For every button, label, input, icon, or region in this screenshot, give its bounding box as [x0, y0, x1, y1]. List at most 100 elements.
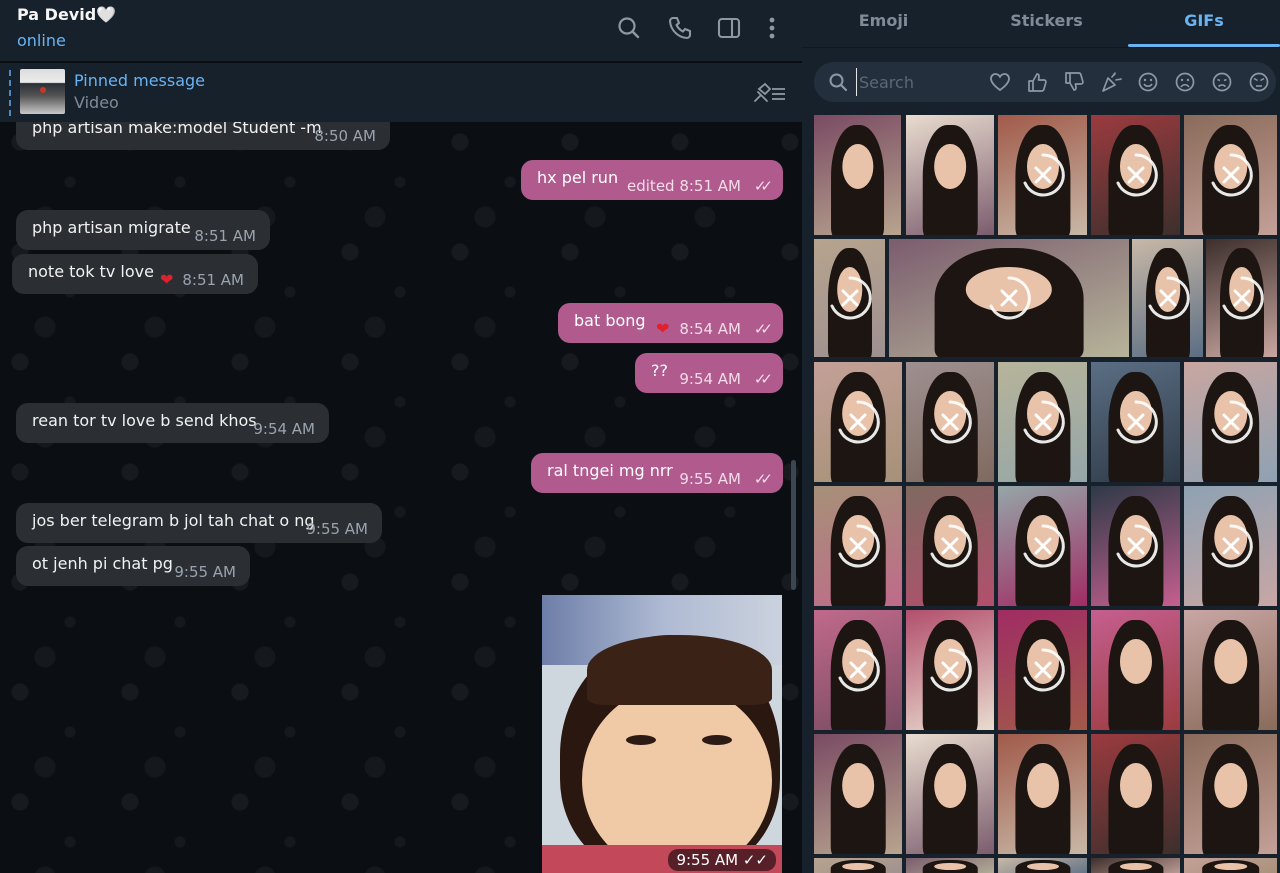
- cancel-download-icon[interactable]: [834, 522, 882, 570]
- outgoing-message[interactable]: hx pel run edited 8:51 AM ✓✓: [521, 160, 783, 200]
- cancel-download-icon[interactable]: [1112, 398, 1160, 446]
- cancel-download-icon[interactable]: [1207, 522, 1255, 570]
- cancel-download-icon[interactable]: [1019, 398, 1067, 446]
- gif-search-box: [814, 62, 1276, 102]
- thumbs-down-icon[interactable]: [1063, 71, 1085, 93]
- gif-thumbnail[interactable]: [814, 362, 902, 482]
- gif-thumbnail[interactable]: [1184, 486, 1277, 606]
- sidebar-toggle-icon[interactable]: [715, 14, 743, 42]
- gif-thumbnail[interactable]: [814, 734, 902, 854]
- cancel-download-icon[interactable]: [1144, 274, 1192, 322]
- read-checkmarks-icon: ✓✓: [753, 370, 773, 388]
- chat-pane: php artisan make:model Student -m 8:50 AM…: [0, 0, 802, 873]
- gif-thumbnail[interactable]: [1132, 239, 1203, 357]
- pinned-indicator: [9, 70, 11, 116]
- cancel-download-icon[interactable]: [985, 274, 1033, 322]
- gif-thumbnail[interactable]: [1091, 115, 1180, 235]
- gif-thumbnail[interactable]: [1091, 486, 1180, 606]
- message-text: ot jenh pi chat pg: [32, 554, 173, 573]
- outgoing-message[interactable]: ?? 9:54 AM ✓✓: [635, 353, 783, 393]
- gif-thumbnail[interactable]: [889, 239, 1129, 357]
- gif-thumbnail[interactable]: [998, 734, 1087, 854]
- contact-name[interactable]: Pa Devid🤍: [17, 5, 116, 24]
- search-icon[interactable]: [615, 14, 643, 42]
- gif-thumbnail[interactable]: [814, 486, 902, 606]
- cancel-download-icon[interactable]: [834, 646, 882, 694]
- gif-thumbnail[interactable]: [906, 115, 994, 235]
- angry-icon[interactable]: [1248, 71, 1270, 93]
- smile-icon[interactable]: [1137, 71, 1159, 93]
- photo-message[interactable]: 9:55 AM ✓✓: [542, 595, 782, 873]
- heart-reaction-icon[interactable]: ❤: [656, 309, 669, 349]
- photo-time: 9:55 AM ✓✓: [668, 849, 776, 871]
- gif-thumbnail[interactable]: [998, 486, 1087, 606]
- gif-thumbnail[interactable]: [1184, 115, 1277, 235]
- cancel-download-icon[interactable]: [926, 646, 974, 694]
- gif-thumbnail[interactable]: [814, 115, 901, 235]
- message-time: 9:55 AM: [306, 520, 368, 538]
- more-options-icon[interactable]: [758, 14, 786, 42]
- outgoing-message[interactable]: bat bong ❤ 8:54 AM ✓✓: [558, 303, 783, 343]
- message-text: note tok tv love: [28, 262, 154, 281]
- message-text: php artisan migrate: [32, 218, 191, 237]
- tab-stickers[interactable]: Stickers: [965, 0, 1128, 46]
- gif-thumbnail[interactable]: [814, 239, 885, 357]
- gif-thumbnail[interactable]: [814, 858, 902, 873]
- cancel-download-icon[interactable]: [1019, 151, 1067, 199]
- gif-thumbnail[interactable]: [906, 486, 994, 606]
- gif-thumbnail[interactable]: [998, 610, 1087, 730]
- pinned-list-icon[interactable]: [752, 81, 788, 105]
- gif-thumbnail[interactable]: [1206, 239, 1277, 357]
- incoming-message[interactable]: ot jenh pi chat pg 9:55 AM: [16, 546, 250, 586]
- phone-icon[interactable]: [666, 14, 694, 42]
- gif-thumbnail[interactable]: [1091, 858, 1180, 873]
- cancel-download-icon[interactable]: [926, 398, 974, 446]
- heart-icon[interactable]: [989, 71, 1011, 93]
- cancel-download-icon[interactable]: [826, 274, 874, 322]
- gif-thumbnail[interactable]: [1184, 858, 1277, 873]
- incoming-message[interactable]: note tok tv love ❤ 8:51 AM: [12, 254, 258, 294]
- gif-thumbnail[interactable]: [1091, 362, 1180, 482]
- gif-thumbnail[interactable]: [1184, 362, 1277, 482]
- gif-thumbnail[interactable]: [1091, 610, 1180, 730]
- gif-thumbnail[interactable]: [998, 115, 1087, 235]
- gif-thumbnail[interactable]: [1091, 734, 1180, 854]
- cancel-download-icon[interactable]: [1207, 151, 1255, 199]
- tab-emoji[interactable]: Emoji: [802, 0, 965, 46]
- cancel-download-icon[interactable]: [926, 522, 974, 570]
- incoming-message[interactable]: jos ber telegram b jol tah chat o ng 9:55…: [16, 503, 382, 543]
- gif-thumbnail[interactable]: [906, 858, 994, 873]
- cancel-download-icon[interactable]: [1218, 274, 1266, 322]
- cancel-download-icon[interactable]: [1019, 646, 1067, 694]
- incoming-message[interactable]: php artisan migrate 8:51 AM: [16, 210, 270, 250]
- emoji-sticker-gif-panel: Emoji Stickers GIFs: [802, 0, 1280, 873]
- cancel-download-icon[interactable]: [1112, 522, 1160, 570]
- cancel-download-icon[interactable]: [1207, 398, 1255, 446]
- pinned-message-bar[interactable]: Pinned message Video: [0, 62, 802, 122]
- cancel-download-icon[interactable]: [1112, 151, 1160, 199]
- cancel-download-icon[interactable]: [834, 398, 882, 446]
- gif-thumbnail[interactable]: [906, 362, 994, 482]
- gif-thumbnail[interactable]: [906, 610, 994, 730]
- chat-scrollbar[interactable]: [791, 460, 796, 590]
- gif-thumbnail[interactable]: [1184, 610, 1277, 730]
- heart-reaction-icon[interactable]: ❤: [160, 260, 173, 300]
- gif-thumbnail[interactable]: [998, 858, 1087, 873]
- gif-thumbnail[interactable]: [998, 362, 1087, 482]
- message-list[interactable]: php artisan make:model Student -m 8:50 AM…: [0, 110, 802, 873]
- read-checkmarks-icon: ✓✓: [753, 470, 773, 488]
- incoming-message[interactable]: rean tor tv love b send khos 9:54 AM: [16, 403, 329, 443]
- party-icon[interactable]: [1100, 71, 1122, 93]
- message-text: ??: [651, 361, 668, 380]
- gif-search-input[interactable]: [856, 68, 976, 96]
- thumbs-up-icon[interactable]: [1026, 71, 1048, 93]
- gif-thumbnail[interactable]: [906, 734, 994, 854]
- gif-thumbnail[interactable]: [1184, 734, 1277, 854]
- sad-icon[interactable]: [1174, 71, 1196, 93]
- cancel-download-icon[interactable]: [1019, 522, 1067, 570]
- frown-icon[interactable]: [1211, 71, 1233, 93]
- gif-thumbnail[interactable]: [814, 610, 902, 730]
- outgoing-message[interactable]: ral tngei mg nrr 9:55 AM ✓✓: [531, 453, 783, 493]
- message-text: jos ber telegram b jol tah chat o ng: [32, 511, 315, 530]
- tab-gifs[interactable]: GIFs: [1128, 0, 1280, 46]
